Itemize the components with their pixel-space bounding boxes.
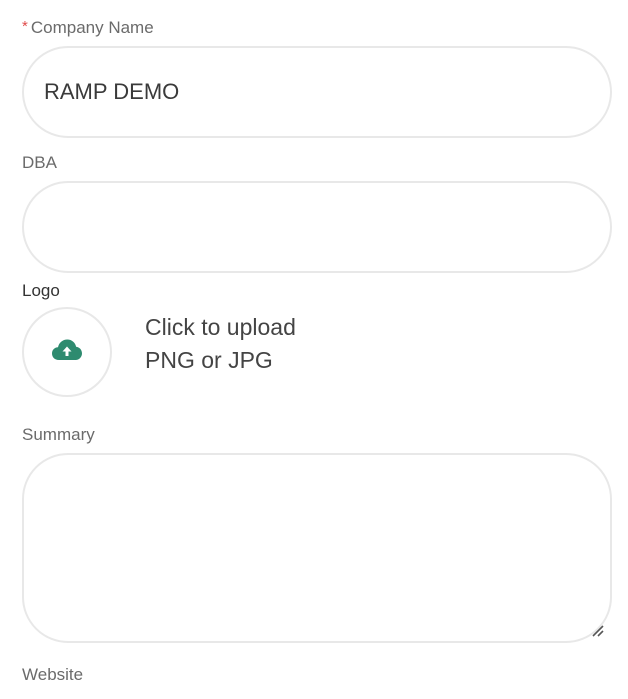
upload-hint: PNG or JPG [145,347,273,373]
required-marker: * [22,18,28,35]
summary-field[interactable] [22,453,612,643]
dba-input[interactable] [24,183,610,271]
summary-textarea[interactable] [24,455,610,641]
dba-field[interactable] [22,181,612,273]
logo-upload-text[interactable]: Click to upload PNG or JPG [145,311,296,377]
cloud-upload-icon [51,338,83,367]
resize-handle-icon[interactable] [590,623,604,637]
company-name-label-text: Company Name [30,18,154,37]
logo-label: Logo [22,281,60,300]
company-name-label: * Company Name [22,18,154,39]
website-label: Website [22,665,84,684]
dba-label: DBA [22,153,57,172]
logo-upload-button[interactable] [22,307,112,397]
upload-title: Click to upload [145,314,296,340]
summary-label: Summary [22,425,95,444]
company-name-input[interactable] [24,48,610,136]
company-name-field[interactable] [22,46,612,138]
